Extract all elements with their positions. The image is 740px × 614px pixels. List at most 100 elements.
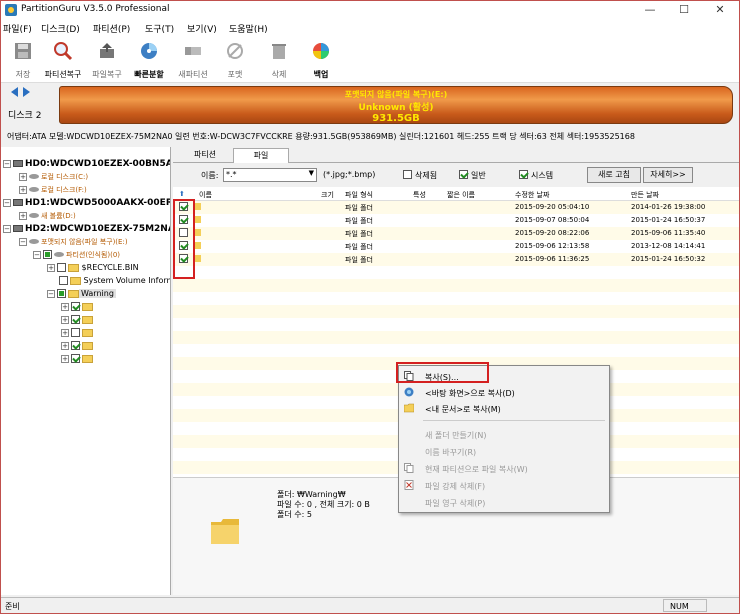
file-recovery-button[interactable]: 파일복구 bbox=[87, 39, 127, 81]
menu-copy[interactable]: 복사(S)... bbox=[399, 368, 609, 384]
tree-partition-f[interactable]: + 로컬 디스크(F:) bbox=[19, 185, 87, 197]
delete-button[interactable]: 삭제 bbox=[259, 39, 299, 81]
tree-subfolder[interactable]: + bbox=[61, 315, 93, 327]
collapse-icon[interactable]: − bbox=[3, 198, 11, 207]
menu-help[interactable]: 도움말(H) bbox=[229, 22, 268, 35]
close-button[interactable]: ✕ bbox=[703, 1, 737, 19]
chevron-down-icon[interactable]: ▼ bbox=[309, 169, 314, 177]
table-row[interactable]: 파일 폴더 2015-09-06 11:36:25 2015-01-24 16:50… bbox=[173, 253, 739, 266]
tree-partition-e[interactable]: − 포맷되지 않음(파일 복구)(E:) bbox=[19, 237, 128, 249]
menu-copy-documents[interactable]: <내 문서>로 복사(M) bbox=[399, 400, 609, 416]
menu-permanent-delete[interactable]: 파일 영구 삭제(P) bbox=[399, 494, 609, 510]
collapse-icon[interactable]: − bbox=[33, 250, 41, 259]
menu-tools[interactable]: 도구(T) bbox=[145, 22, 174, 35]
col-created[interactable]: 만든 날짜 bbox=[631, 190, 659, 200]
tree-folder-warning[interactable]: − Warning bbox=[47, 289, 116, 301]
expand-icon[interactable]: + bbox=[61, 315, 69, 324]
expand-icon[interactable]: + bbox=[47, 263, 55, 272]
save-icon bbox=[15, 43, 31, 59]
tree-disk-hd0[interactable]: − HD0:WDCWD10EZEX-00BN5A bbox=[3, 159, 170, 171]
partition-recovery-button[interactable]: 파티션복구 bbox=[43, 39, 83, 81]
system-checkbox[interactable] bbox=[519, 170, 528, 179]
menu-partition[interactable]: 파티션(P) bbox=[93, 22, 130, 35]
expand-icon[interactable]: + bbox=[61, 328, 69, 337]
menu-copy-desktop[interactable]: <바탕 화면>으로 복사(D) bbox=[399, 384, 609, 400]
empty-row bbox=[173, 292, 739, 305]
expand-icon[interactable]: + bbox=[19, 172, 27, 181]
menu-file[interactable]: 파일(F) bbox=[3, 22, 32, 35]
table-row[interactable]: 파일 폴더 2015-09-06 12:13:58 2013-12-08 14:14… bbox=[173, 240, 739, 253]
menu-view[interactable]: 보기(V) bbox=[187, 22, 217, 35]
expand-icon[interactable]: + bbox=[61, 302, 69, 311]
col-modified[interactable]: 수정한 날짜 bbox=[515, 190, 549, 200]
table-row[interactable]: 파일 폴더 2015-09-07 08:50:04 2015-01-24 16:50… bbox=[173, 214, 739, 227]
row-checkbox[interactable] bbox=[179, 241, 188, 250]
backup-button[interactable]: 백업 bbox=[301, 39, 341, 81]
tree-checkbox[interactable] bbox=[71, 341, 80, 350]
tree-checkbox[interactable] bbox=[43, 250, 52, 259]
details-button[interactable]: 자세히>> bbox=[643, 167, 693, 183]
prev-disk-icon[interactable] bbox=[11, 87, 18, 97]
table-row[interactable]: 파일 폴더 2015-09-20 05:04:10 2014-01-26 19:38… bbox=[173, 201, 739, 214]
new-partition-button[interactable]: 새파티션 bbox=[173, 39, 213, 81]
refresh-button[interactable]: 새로 고침 bbox=[587, 167, 641, 183]
expand-icon[interactable]: + bbox=[61, 354, 69, 363]
tab-partition[interactable]: 파티션 bbox=[177, 148, 233, 163]
tree-subfolder[interactable]: + bbox=[61, 354, 93, 366]
tab-files[interactable]: 파일 bbox=[233, 148, 289, 163]
row-checkbox[interactable] bbox=[179, 228, 188, 237]
empty-row bbox=[173, 318, 739, 331]
collapse-icon[interactable]: − bbox=[3, 224, 11, 233]
tree-partition-c[interactable]: + 로컬 디스크(C:) bbox=[19, 172, 88, 184]
menu-force-delete[interactable]: 파일 강제 삭제(F) bbox=[399, 477, 609, 493]
col-name[interactable]: 이름 bbox=[199, 190, 212, 200]
tree-partition-d[interactable]: + 새 볼륨(D:) bbox=[19, 211, 76, 223]
tree-checkbox[interactable] bbox=[71, 302, 80, 311]
format-button[interactable]: 포맷 bbox=[215, 39, 255, 81]
col-size[interactable]: 크기 bbox=[321, 190, 334, 200]
menu-disk[interactable]: 디스크(D) bbox=[41, 22, 80, 35]
partition-bar[interactable]: 포맷되지 않음(파일 복구)(E:) Unknown (활성) 931.5GB bbox=[59, 86, 733, 124]
next-disk-icon[interactable] bbox=[23, 87, 30, 97]
collapse-icon[interactable]: − bbox=[19, 237, 27, 246]
name-filter-input[interactable]: *.* ▼ bbox=[223, 168, 317, 182]
tab-bar: 파티션 파일 bbox=[173, 147, 739, 163]
collapse-icon[interactable]: − bbox=[3, 159, 11, 168]
tree-checkbox[interactable] bbox=[59, 276, 68, 285]
expand-icon[interactable]: + bbox=[61, 341, 69, 350]
tree-disk-hd1[interactable]: − HD1:WDCWD5000AAKX-00ER bbox=[3, 198, 170, 210]
deleted-checkbox[interactable] bbox=[403, 170, 412, 179]
tree-checkbox[interactable] bbox=[71, 315, 80, 324]
tree-subfolder[interactable]: + bbox=[61, 302, 93, 314]
quick-partition-button[interactable]: 빠른분할 bbox=[129, 39, 169, 81]
col-type[interactable]: 파일 형식 bbox=[345, 190, 373, 200]
tree-recognized-partition[interactable]: − 파티션(인식됨)(0) bbox=[33, 250, 120, 262]
context-menu: 복사(S)... <바탕 화면>으로 복사(D) <내 문서>로 복사(M) 새… bbox=[398, 365, 610, 513]
menu-rename[interactable]: 이름 바꾸기(R) bbox=[399, 443, 609, 459]
tree-checkbox[interactable] bbox=[71, 354, 80, 363]
col-attr[interactable]: 특성 bbox=[413, 190, 426, 200]
collapse-icon[interactable]: − bbox=[47, 289, 55, 298]
tree-disk-hd2[interactable]: − HD2:WDCWD10EZEX-75M2NA bbox=[3, 224, 170, 236]
minimize-button[interactable]: — bbox=[633, 1, 667, 19]
row-checkbox[interactable] bbox=[179, 215, 188, 224]
tree-subfolder[interactable]: + bbox=[61, 341, 93, 353]
tree-checkbox[interactable] bbox=[57, 289, 66, 298]
tree-checkbox[interactable] bbox=[57, 263, 66, 272]
normal-checkbox[interactable] bbox=[459, 170, 468, 179]
expand-icon[interactable]: + bbox=[19, 185, 27, 194]
table-row[interactable]: 파일 폴더 2015-09-20 08:22:06 2015-09-06 11:35… bbox=[173, 227, 739, 240]
row-checkbox[interactable] bbox=[179, 254, 188, 263]
col-shortname[interactable]: 짧은 이름 bbox=[447, 190, 475, 200]
tree-subfolder[interactable]: + bbox=[61, 328, 93, 340]
menu-new-folder[interactable]: 새 폴더 만들기(N) bbox=[399, 426, 609, 442]
save-button[interactable]: 저장 bbox=[3, 39, 43, 81]
maximize-button[interactable]: ☐ bbox=[667, 1, 701, 19]
tree-folder-sysvol[interactable]: System Volume Inform bbox=[57, 276, 170, 288]
tree-checkbox[interactable] bbox=[71, 328, 80, 337]
row-checkbox[interactable] bbox=[179, 202, 188, 211]
menu-copy-to-partition[interactable]: 현재 파티션으로 파일 복사(W) bbox=[399, 460, 609, 476]
tree-folder-recycle[interactable]: + $RECYCLE.BIN bbox=[47, 263, 139, 275]
expand-icon[interactable]: + bbox=[19, 211, 27, 220]
sort-arrow-icon[interactable]: ⬆ bbox=[179, 190, 185, 198]
